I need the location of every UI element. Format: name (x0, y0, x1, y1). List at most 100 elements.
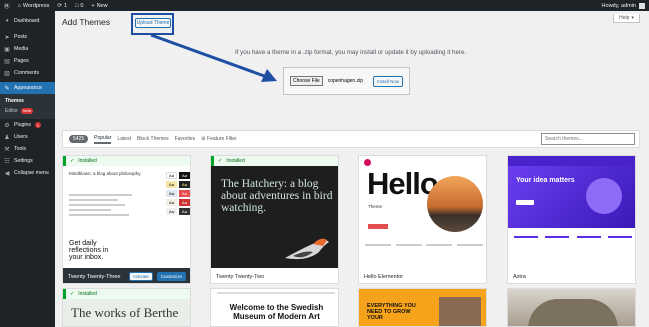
installed-label: Installed (226, 158, 245, 164)
theme-name: Hello Elementor (364, 273, 404, 280)
sidebar-item-users[interactable]: ♟ Users (0, 131, 55, 143)
updates-link[interactable]: ⟳ 1 (57, 3, 67, 9)
sidebar-item-collapse[interactable]: ◀ Collapse menu (0, 167, 55, 179)
sidebar-item-comments[interactable]: ▧ Comments (0, 67, 55, 79)
sidebar-item-tools[interactable]: ⚒ Tools (0, 143, 55, 155)
theme-card-row2-2[interactable]: Welcome to the Swedish Museum of Modern … (210, 288, 339, 327)
sidebar-item-settings[interactable]: ☷ Settings (0, 155, 55, 167)
main-content: Help ▾ Add Themes Upload Theme If you hav… (55, 11, 649, 327)
site-name: Wordpress (22, 2, 50, 9)
theme-screenshot[interactable] (508, 289, 635, 326)
search-themes-input[interactable] (541, 133, 635, 145)
customize-button[interactable]: Customize (156, 272, 186, 281)
preview-image (439, 297, 481, 326)
submenu-item-editor[interactable]: Editor beta (0, 106, 55, 116)
greeting: Howdy, admin (601, 2, 636, 9)
elementor-logo-icon (364, 159, 371, 166)
upload-form: Choose File copenhagen.zip Install Now (283, 67, 410, 95)
collapse-icon: ◀ (4, 170, 10, 177)
preview-text: Your idea matters (516, 177, 575, 184)
theme-screenshot[interactable]: Your idea matters (508, 156, 635, 268)
style-variations-grid: Aa Aa Aa Aa Aa Aa Aa Aa Aa Aa (166, 172, 190, 217)
plugin-icon: ⚙ (4, 122, 10, 129)
theme-card-row2-3[interactable]: EVERYTHING YOU NEED TO GROW YOUR (358, 288, 487, 327)
theme-name-bar: Astra (508, 268, 635, 283)
sidebar-item-label: Dashboard (14, 18, 40, 24)
home-icon: ⌂ (17, 2, 21, 9)
updates-icon: ⟳ (57, 2, 62, 9)
theme-screenshot[interactable]: EVERYTHING YOU NEED TO GROW YOUR (359, 289, 486, 326)
preview-sub: Theme (368, 204, 383, 209)
feature-filter-label: Feature Filter (207, 136, 237, 142)
sidebar-item-label: Pages (14, 58, 29, 64)
theme-card-hello-elementor[interactable]: Hello Theme Hello Elementor (358, 155, 487, 284)
activate-button[interactable]: Activate (128, 272, 153, 281)
page-icon: ▤ (4, 58, 10, 65)
preview-text: EVERYTHING YOU NEED TO GROW YOUR (367, 303, 416, 321)
sidebar-item-dashboard[interactable]: ◕ Dashboard (0, 15, 55, 27)
plus-icon: + (91, 2, 95, 9)
sidebar-item-media[interactable]: ▣ Media (0, 43, 55, 55)
updates-count: 1 (63, 2, 68, 9)
sidebar-item-label: Posts (14, 34, 27, 40)
choose-file-button[interactable]: Choose File (290, 76, 323, 86)
theme-screenshot[interactable]: Hello Theme (359, 156, 486, 268)
account-menu[interactable]: Howdy, admin (601, 2, 645, 9)
avatar (639, 2, 645, 9)
check-icon: ✓ (70, 291, 75, 297)
gear-icon: ⚙ (201, 136, 206, 142)
dashboard-icon: ◕ (5, 18, 9, 24)
admin-sidebar: ◕ Dashboard ➤ Posts ▣ Media ▤ Pages ▧ Comment… (0, 11, 55, 327)
sidebar-item-label: Collapse menu (14, 170, 49, 176)
settings-icon: ☷ (4, 158, 10, 165)
bird-illustration-icon (285, 238, 329, 260)
sidebar-item-label: Media (14, 46, 29, 52)
wrench-icon: ⚒ (4, 146, 10, 153)
theme-screenshot[interactable]: Mindblown: a blog about philosophy. Get … (63, 166, 190, 268)
installed-banner: ✓ Installed (63, 156, 190, 166)
theme-screenshot[interactable]: The Hatchery: a blog about adventures in… (211, 166, 338, 268)
theme-name: Twenty Twenty-Two (216, 273, 265, 280)
tab-popular[interactable]: Popular (94, 135, 112, 144)
comments-count: 0 (80, 2, 84, 9)
sidebar-item-pages[interactable]: ▤ Pages (0, 55, 55, 67)
theme-card-astra[interactable]: Your idea matters Astra (507, 155, 636, 284)
sidebar-item-plugins[interactable]: ⚙ Plugins 1 (0, 119, 55, 131)
selected-file-name: copenhagen.zip (327, 78, 363, 84)
theme-card-row2-1[interactable]: ✓ Installed The works of Berthe (62, 288, 191, 327)
submenu-item-themes[interactable]: Themes (0, 96, 55, 106)
theme-card-twenty-twenty-three[interactable]: ✓ Installed Mindblown: a blog about philo… (62, 155, 191, 284)
theme-card-row2-4[interactable] (507, 288, 636, 327)
theme-screenshot[interactable]: The works of Berthe (63, 299, 190, 326)
annotation-arrow-icon (150, 33, 277, 82)
wp-logo-icon[interactable]: Ⓜ (4, 2, 10, 10)
plugins-update-badge: 1 (35, 122, 42, 128)
theme-name-bar: Twenty Twenty-Two (211, 268, 338, 283)
preview-big-text: Get daily reflections in your inbox. (69, 240, 109, 261)
comments-link[interactable]: □ 0 (75, 3, 83, 9)
theme-screenshot[interactable]: Welcome to the Swedish Museum of Modern … (211, 289, 338, 326)
preview-text: The Hatchery: a blog about adventures in… (221, 178, 333, 214)
preview-nav-bar (217, 292, 335, 294)
submenu-label: Editor (5, 108, 19, 114)
site-name-link[interactable]: ⌂ Wordpress (18, 3, 50, 9)
feature-filter-button[interactable]: ⚙ Feature Filter (201, 136, 237, 142)
user-icon: ♟ (4, 134, 10, 141)
tab-block-themes[interactable]: Block Themes (137, 136, 169, 142)
new-label: New (96, 2, 108, 9)
sidebar-item-label: Tools (14, 146, 27, 152)
installed-label: Installed (78, 291, 97, 297)
preview-image (427, 176, 483, 232)
installed-label: Installed (78, 158, 97, 164)
install-now-button[interactable]: Install Now (372, 75, 403, 87)
sidebar-item-appearance[interactable]: ✎ Appearance (0, 82, 55, 94)
tab-latest[interactable]: Latest (117, 136, 131, 142)
theme-count-badge: 5425 (69, 135, 89, 143)
theme-name: Astra (513, 273, 526, 280)
sidebar-item-label: Users (14, 134, 28, 140)
sidebar-item-posts[interactable]: ➤ Posts (0, 31, 55, 43)
theme-card-twenty-twenty-two[interactable]: ✓ Installed The Hatchery: a blog about ad… (210, 155, 339, 284)
new-content-link[interactable]: + New (91, 3, 107, 9)
tab-favorites[interactable]: Favorites (175, 136, 196, 142)
brush-icon: ✎ (4, 85, 10, 92)
